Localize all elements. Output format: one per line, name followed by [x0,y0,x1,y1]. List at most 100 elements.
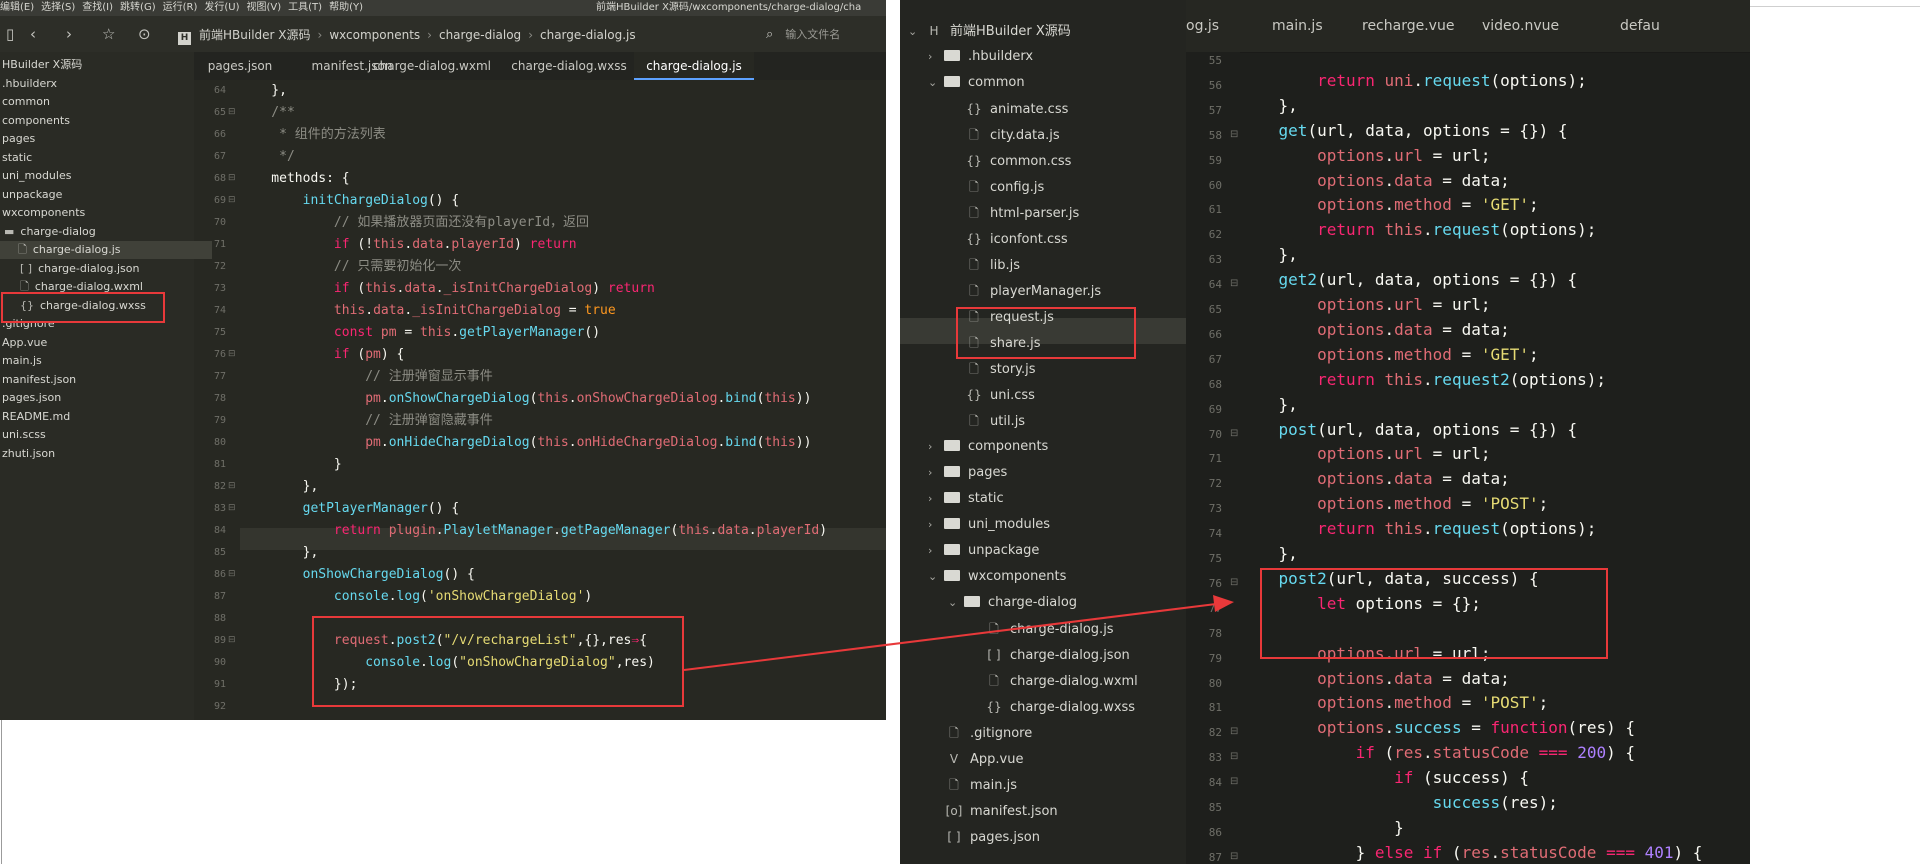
menu-item[interactable]: 视图(V) [247,2,282,13]
sidebar-item[interactable]: V App.vue [928,746,1024,772]
breadcrumb-subfolder[interactable]: charge-dialog [439,28,521,42]
sidebar-item[interactable]: uni_modules [2,167,71,185]
fold-marker-icon[interactable]: ⊟ [228,481,236,491]
sidebar-item[interactable]: › uni_modules [928,512,1050,538]
sidebar-item[interactable]: wxcomponents [2,204,85,222]
menu-item[interactable]: 发行(U) [204,2,239,13]
sidebar-item[interactable]: ⌄ charge-dialog [948,590,1077,616]
menu-item[interactable]: 工具(T) [288,2,322,13]
editor-tab[interactable]: charge-dialog.wxss [504,52,634,80]
menu-item[interactable]: 编辑(E) [0,2,34,13]
sidebar-item[interactable]: › static [928,486,1004,512]
sidebar-item[interactable]: {} animate.css [948,96,1068,122]
sidebar-item[interactable]: 🗋 city.data.js [948,122,1059,148]
editor-tab[interactable]: og.js [1186,0,1219,52]
sidebar-item[interactable]: {} charge-dialog.wxss [968,694,1135,720]
chevron-right-icon[interactable]: › [928,460,944,486]
code-editor-right[interactable]: return uni.request(options); }, get(url,… [1240,52,1750,864]
fold-marker-icon[interactable]: ⊟ [1230,278,1238,289]
menu-item[interactable]: 跳转(G) [120,2,156,13]
sidebar-item[interactable]: ⌄ common [928,70,1025,96]
fold-marker-icon[interactable]: ⊟ [228,635,236,645]
sidebar-item[interactable]: [ ] charge-dialog.json [968,642,1129,668]
sidebar-item[interactable]: unpackage [2,186,62,204]
sidebar-item[interactable]: › pages [928,460,1007,486]
chevron-right-icon[interactable]: › [928,434,944,460]
menu-item[interactable]: 选择(S) [41,2,75,13]
sidebar-item[interactable]: 🗋 main.js [928,772,1017,798]
fold-marker-icon[interactable]: ⊟ [1230,129,1238,140]
fold-marker-icon[interactable]: ⊟ [1230,577,1238,588]
sidebar-item[interactable]: 🗋 .gitignore [928,720,1032,746]
fold-marker-icon[interactable]: ⊟ [228,503,236,513]
chevron-right-icon[interactable]: › [928,44,944,70]
menu-item[interactable]: 帮助(Y) [329,2,363,13]
chevron-right-icon[interactable]: › [928,486,944,512]
sidebar-item[interactable]: 🗋 charge-dialog.wxml [968,668,1138,694]
fold-marker-icon[interactable]: ⊟ [1230,776,1238,787]
sidebar-item[interactable]: 🗋 charge-dialog.js [968,616,1113,642]
breadcrumb-project[interactable]: 前端HBuilder X源码 [199,28,311,42]
editor-tab[interactable]: defau [1620,0,1660,52]
sidebar-item[interactable]: {} iconfont.css [948,226,1067,252]
sidebar-item[interactable]: App.vue [2,334,47,352]
sidebar-item[interactable]: {} uni.css [948,382,1035,408]
sidebar-item[interactable]: 🗋 util.js [948,408,1025,434]
sidebar-item[interactable]: .hbuilderx [2,75,57,93]
sidebar-item[interactable]: ⌄ wxcomponents [928,564,1066,590]
sidebar-item[interactable]: common [2,93,50,111]
sidebar-item[interactable]: › components [928,434,1048,460]
menu-item[interactable]: 查找(I) [82,2,113,13]
editor-tab[interactable]: video.nvue [1482,0,1559,52]
back-icon[interactable]: ‹ [30,25,36,43]
breadcrumb-folder[interactable]: wxcomponents [329,28,420,42]
fold-marker-icon[interactable]: ⊟ [228,349,236,359]
sidebar-item[interactable]: HBuilder X源码 [2,56,82,74]
sidebar-item[interactable]: ▬ charge-dialog [2,223,96,241]
sidebar-item[interactable]: › unpackage [928,538,1039,564]
fold-marker-icon[interactable]: ⊟ [1230,726,1238,737]
sidebar-item[interactable]: 🗋 lib.js [948,252,1020,278]
fold-marker-icon[interactable]: ⊟ [1230,751,1238,762]
fold-marker-icon[interactable]: ⊟ [228,173,236,183]
sidebar-item[interactable]: README.md [2,408,70,426]
chevron-down-icon[interactable]: ⌄ [928,70,944,96]
sidebar-item[interactable]: [o] manifest.json [928,798,1058,824]
chevron-down-icon[interactable]: ⌄ [948,590,964,616]
menu-item[interactable]: 运行(R) [163,2,198,13]
sidebar-item[interactable]: manifest.json [2,371,76,389]
sidebar-item[interactable]: {} common.css [948,148,1071,174]
fold-marker-icon[interactable]: ⊟ [228,569,236,579]
chevron-right-icon[interactable]: › [928,538,944,564]
sidebar-item[interactable]: 🗋 playerManager.js [948,278,1101,304]
sidebar-item[interactable]: static [2,149,32,167]
editor-tab[interactable]: charge-dialog.wxml [368,52,496,80]
chevron-right-icon[interactable]: › [928,512,944,538]
sidebar-item[interactable]: [ ] charge-dialog.json [2,260,139,278]
breadcrumb-file[interactable]: charge-dialog.js [540,28,636,42]
sidebar-item[interactable]: [ ] pages.json [928,824,1040,850]
sidebar-item[interactable]: zhuti.json [2,445,55,463]
fold-marker-icon[interactable]: ⊟ [228,195,236,205]
fold-marker-icon[interactable]: ⊟ [228,107,236,117]
editor-tab[interactable]: main.js [1272,0,1323,52]
sidebar-item[interactable]: 🗋 html-parser.js [948,200,1079,226]
sidebar-item[interactable]: 🗋 story.js [948,356,1035,382]
sidebar-item[interactable]: pages.json [2,389,61,407]
sidebar-item[interactable]: components [2,112,70,130]
chevron-down-icon[interactable]: ⌄ [928,564,944,590]
sidebar-toggle-icon[interactable]: ▯ [6,25,14,43]
sidebar-item[interactable]: main.js [2,352,42,370]
sidebar-item[interactable]: 🗋 config.js [948,174,1044,200]
file-search-input[interactable]: ⌕ 输入文件名 [766,26,840,42]
fold-marker-icon[interactable]: ⊟ [1230,851,1238,862]
sidebar-item[interactable]: pages [2,130,35,148]
sidebar-item[interactable]: uni.scss [2,426,46,444]
run-icon[interactable]: ⊙ [138,25,151,43]
fold-marker-icon[interactable]: ⊟ [1230,428,1238,439]
editor-tab[interactable]: recharge.vue [1362,0,1454,52]
editor-tab[interactable]: pages.json [194,52,286,80]
sidebar-item[interactable]: 🗋 charge-dialog.js [0,241,212,259]
sidebar-item[interactable]: › .hbuilderx [928,44,1033,70]
star-icon[interactable]: ☆ [102,25,115,43]
